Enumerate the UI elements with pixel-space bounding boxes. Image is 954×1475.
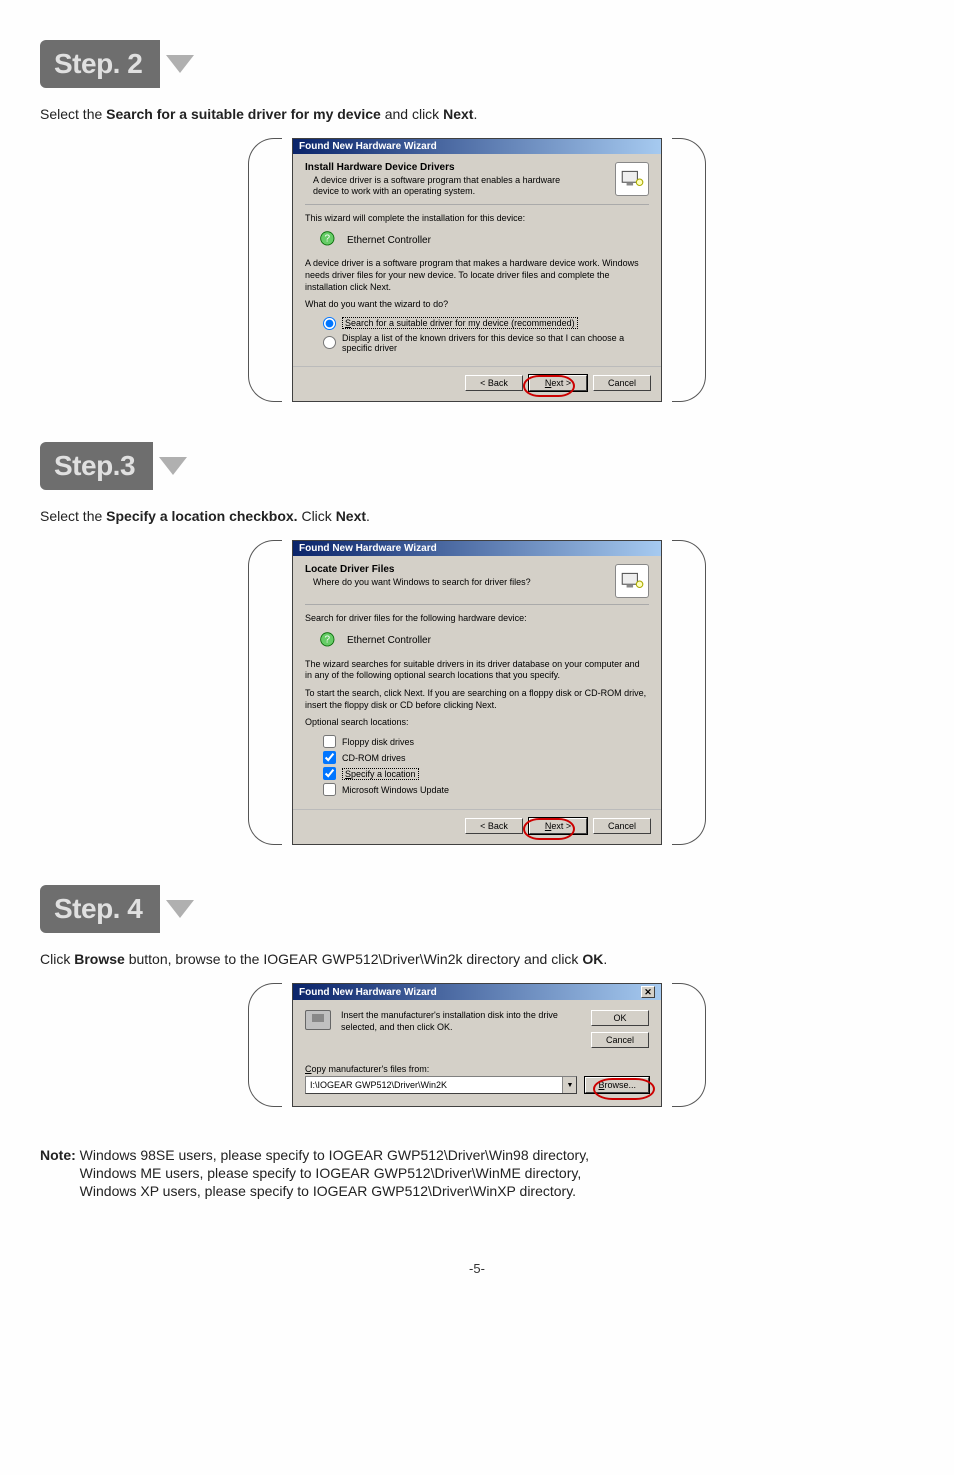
device-row: ? Ethernet Controller (319, 230, 649, 250)
step-3-instruction: Select the Specify a location checkbox. … (40, 508, 914, 524)
dialog-title: Found New Hardware Wizard (299, 141, 437, 152)
para-complete: This wizard will complete the installati… (305, 213, 649, 225)
down-arrow-icon (166, 900, 194, 918)
note-label: Note: (40, 1147, 80, 1201)
browse-button[interactable]: Browse... (585, 1077, 649, 1093)
para-search: Search for driver files for the followin… (305, 613, 649, 625)
note-section: Note: Windows 98SE users, please specify… (40, 1147, 914, 1201)
note-line-2: Windows ME users, please specify to IOGE… (80, 1165, 589, 1181)
step-3-badge: Step.3 (40, 442, 153, 490)
question-icon: ? (319, 230, 339, 250)
para-question: What do you want the wizard to do? (305, 299, 649, 311)
check-specify-input[interactable] (323, 767, 336, 780)
cancel-button[interactable]: Cancel (591, 1032, 649, 1048)
radio-display-label: Display a list of the known drivers for … (342, 333, 649, 353)
down-arrow-icon (166, 55, 194, 73)
step-4-instruction: Click Browse button, browse to the IOGEA… (40, 951, 914, 967)
check-cdrom-label: CD-ROM drives (342, 753, 406, 763)
step-2-header: Step. 2 (40, 40, 194, 88)
step-3-figure: Found New Hardware Wizard Locate Driver … (40, 540, 914, 845)
dialog-title: Found New Hardware Wizard (299, 543, 437, 554)
check-windows-update[interactable]: Microsoft Windows Update (323, 783, 649, 796)
svg-text:?: ? (325, 234, 331, 245)
device-name: Ethernet Controller (347, 235, 431, 246)
wizard-dialog-step4: Found New Hardware Wizard ✕ Insert the m… (292, 983, 662, 1107)
radio-search[interactable]: Search for a suitable driver for my devi… (323, 317, 649, 330)
step-2-badge: Step. 2 (40, 40, 160, 88)
para-driver-desc: A device driver is a software program th… (305, 258, 649, 293)
back-button[interactable]: < Back (465, 375, 523, 391)
page-number: -5- (40, 1261, 914, 1276)
optional-label: Optional search locations: (305, 717, 649, 729)
step-4-header: Step. 4 (40, 885, 194, 933)
step-2-instruction: Select the Search for a suitable driver … (40, 106, 914, 122)
next-button[interactable]: Next > (529, 818, 587, 834)
frame-curve-left (248, 983, 282, 1107)
question-icon: ? (319, 631, 339, 651)
dialog-heading: Install Hardware Device Drivers (305, 162, 583, 173)
check-wu-label: Microsoft Windows Update (342, 785, 449, 795)
note-body: Windows 98SE users, please specify to IO… (80, 1147, 589, 1201)
check-cdrom[interactable]: CD-ROM drives (323, 751, 649, 764)
note-line-1: Windows 98SE users, please specify to IO… (80, 1147, 589, 1163)
check-cdrom-input[interactable] (323, 751, 336, 764)
check-floppy-label: Floppy disk drives (342, 737, 414, 747)
cancel-button[interactable]: Cancel (593, 818, 651, 834)
check-specify-label: Specify a location (342, 768, 419, 780)
check-floppy[interactable]: Floppy disk drives (323, 735, 649, 748)
step-3-header: Step.3 (40, 442, 187, 490)
dialog-title: Found New Hardware Wizard (299, 987, 437, 998)
dialog-subheading: Where do you want Windows to search for … (313, 577, 531, 588)
radio-display-input[interactable] (323, 336, 336, 349)
ok-button[interactable]: OK (591, 1010, 649, 1026)
titlebar: Found New Hardware Wizard ✕ (293, 984, 661, 1000)
floppy-icon (305, 1010, 331, 1030)
close-icon[interactable]: ✕ (641, 986, 655, 998)
wizard-dialog-step2: Found New Hardware Wizard Install Hardwa… (292, 138, 662, 402)
step-2-figure: Found New Hardware Wizard Install Hardwa… (40, 138, 914, 402)
frame-curve-left (248, 138, 282, 402)
step-4-figure: Found New Hardware Wizard ✕ Insert the m… (40, 983, 914, 1107)
frame-curve-right (672, 983, 706, 1107)
svg-text:?: ? (325, 634, 331, 645)
wizard-icon (615, 162, 649, 196)
dropdown-icon[interactable]: ▼ (562, 1077, 576, 1093)
copy-from-label: Copy manufacturer's files from: (293, 1058, 661, 1076)
device-row: ? Ethernet Controller (319, 631, 649, 651)
radio-search-input[interactable] (323, 317, 336, 330)
note-line-3: Windows XP users, please specify to IOGE… (80, 1183, 589, 1199)
path-input[interactable] (306, 1077, 562, 1093)
down-arrow-icon (159, 457, 187, 475)
back-button[interactable]: < Back (465, 818, 523, 834)
dialog-subheading: A device driver is a software program th… (313, 175, 583, 198)
check-specify[interactable]: Specify a location (323, 767, 649, 780)
frame-curve-right (672, 540, 706, 845)
radio-search-label: Search for a suitable driver for my devi… (342, 317, 578, 329)
wizard-icon (615, 564, 649, 598)
check-floppy-input[interactable] (323, 735, 336, 748)
device-name: Ethernet Controller (347, 635, 431, 646)
titlebar: Found New Hardware Wizard (293, 139, 661, 154)
check-wu-input[interactable] (323, 783, 336, 796)
dialog-heading: Locate Driver Files (305, 564, 531, 575)
step-4-badge: Step. 4 (40, 885, 160, 933)
frame-curve-right (672, 138, 706, 402)
radio-display-list[interactable]: Display a list of the known drivers for … (323, 333, 649, 353)
insert-message: Insert the manufacturer's installation d… (341, 1010, 581, 1033)
cancel-button[interactable]: Cancel (593, 375, 651, 391)
wizard-dialog-step3: Found New Hardware Wizard Locate Driver … (292, 540, 662, 845)
para-start-search: To start the search, click Next. If you … (305, 688, 649, 711)
titlebar: Found New Hardware Wizard (293, 541, 661, 556)
next-button[interactable]: Next > (529, 375, 587, 391)
path-combobox[interactable]: ▼ (305, 1076, 577, 1094)
para-wizard-search: The wizard searches for suitable drivers… (305, 659, 649, 682)
frame-curve-left (248, 540, 282, 845)
